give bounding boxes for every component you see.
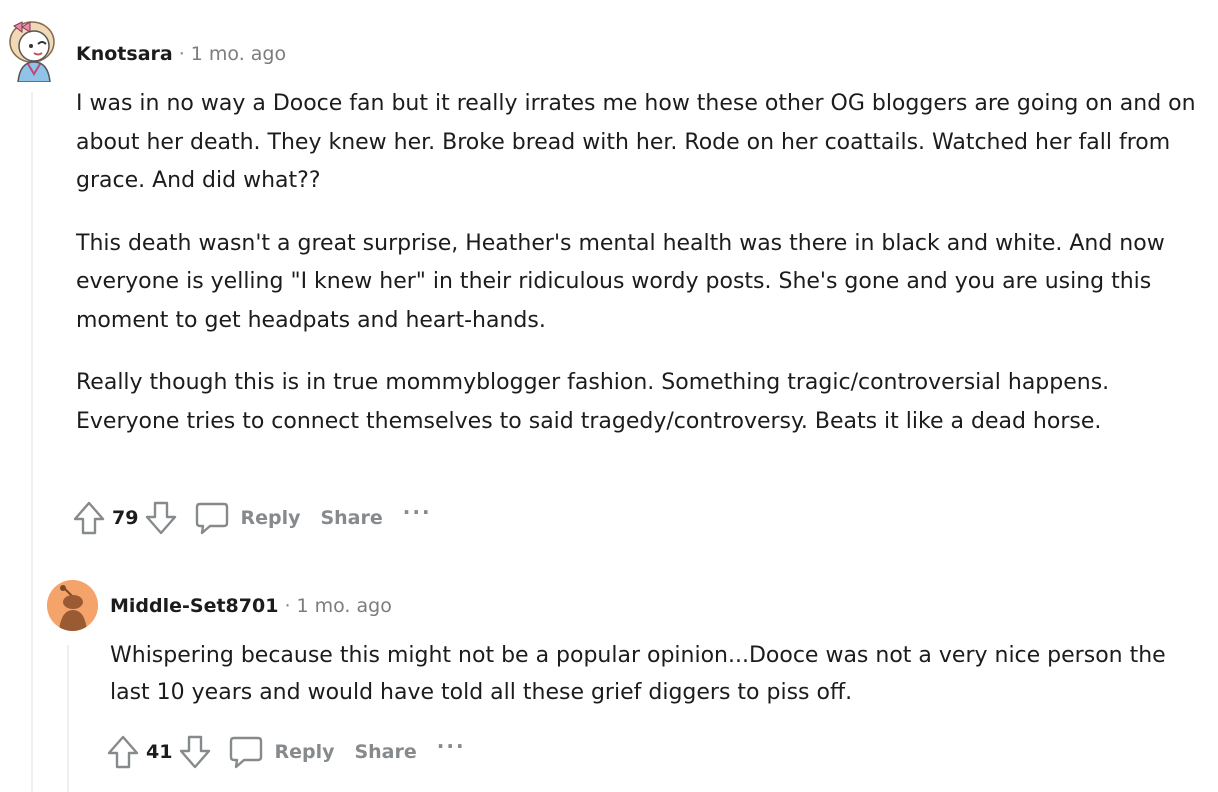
downvote-button[interactable] bbox=[178, 734, 212, 770]
arrow-up-icon bbox=[73, 501, 105, 535]
ellipsis-icon[interactable]: ··· bbox=[437, 734, 466, 758]
ellipsis-icon[interactable]: ··· bbox=[403, 500, 432, 524]
share-button[interactable]: Share bbox=[354, 741, 416, 763]
upvote-button[interactable] bbox=[106, 734, 140, 770]
vote-score: 41 bbox=[146, 741, 173, 763]
comment-body: Whispering because this might not be a p… bbox=[110, 637, 1170, 735]
arrow-down-icon bbox=[180, 735, 211, 769]
comment-meta: Knotsara · 1 mo. ago bbox=[76, 42, 286, 66]
comment-body: I was in no way a Dooce fan but it reall… bbox=[76, 85, 1196, 465]
comment-meta: Middle-Set8701 · 1 mo. ago bbox=[110, 594, 392, 618]
reply-button[interactable]: Reply bbox=[228, 734, 334, 770]
thread-line-reply[interactable] bbox=[67, 645, 69, 792]
thread-line-main[interactable] bbox=[31, 92, 33, 792]
avatar[interactable] bbox=[4, 18, 60, 82]
timestamp[interactable]: 1 mo. ago bbox=[297, 595, 392, 617]
share-button[interactable]: Share bbox=[320, 507, 382, 529]
vote-controls: 79 bbox=[72, 500, 178, 536]
comment-actions: 41 Reply Share ··· bbox=[106, 732, 466, 772]
avatar[interactable] bbox=[47, 580, 98, 631]
meta-separator: · bbox=[178, 43, 185, 65]
comment-actions: 79 Reply Share ··· bbox=[72, 498, 432, 538]
comment-paragraph: This death wasn't a great surprise, Heat… bbox=[76, 230, 1165, 333]
comment-paragraph: Whispering because this might not be a p… bbox=[110, 643, 1166, 705]
snoo-avatar-icon bbox=[47, 580, 98, 631]
upvote-button[interactable] bbox=[72, 500, 106, 536]
timestamp[interactable]: 1 mo. ago bbox=[191, 43, 286, 65]
arrow-down-icon bbox=[146, 501, 177, 535]
speech-bubble-icon bbox=[196, 502, 229, 535]
user-avatar-icon bbox=[9, 21, 55, 82]
vote-score: 79 bbox=[112, 507, 139, 529]
arrow-up-icon bbox=[107, 735, 139, 769]
comment-paragraph: I was in no way a Dooce fan but it reall… bbox=[76, 91, 1196, 193]
author-name[interactable]: Middle-Set8701 bbox=[110, 595, 278, 617]
comment-paragraph: Really though this is in true mommyblogg… bbox=[76, 370, 1110, 434]
author-name[interactable]: Knotsara bbox=[76, 43, 173, 65]
meta-separator: · bbox=[284, 595, 291, 617]
reply-label: Reply bbox=[240, 507, 301, 529]
vote-controls: 41 bbox=[106, 734, 212, 770]
downvote-button[interactable] bbox=[144, 500, 178, 536]
reply-label: Reply bbox=[274, 741, 335, 763]
speech-bubble-icon bbox=[230, 736, 263, 769]
reply-button[interactable]: Reply bbox=[194, 500, 300, 536]
